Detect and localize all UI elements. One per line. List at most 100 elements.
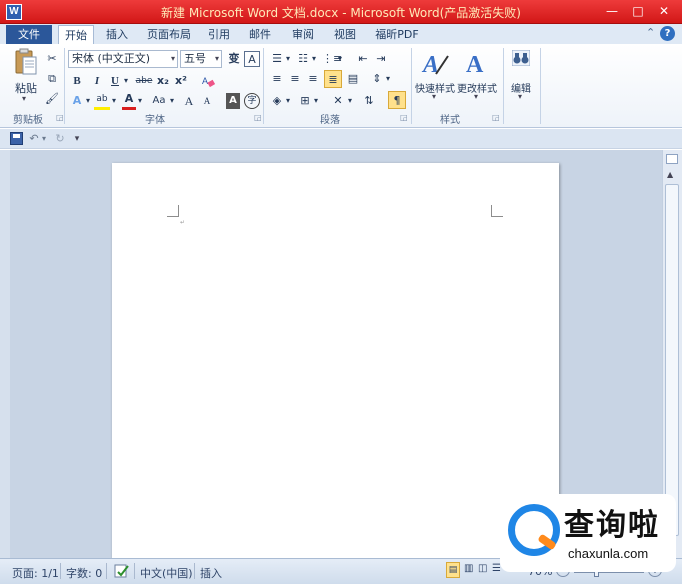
- align-center-icon[interactable]: ≡: [288, 70, 302, 88]
- decrease-indent-icon[interactable]: ⇤: [356, 50, 370, 68]
- subscript-button[interactable]: x₂: [156, 72, 170, 90]
- undo-dropdown-icon[interactable]: ▾: [40, 130, 48, 148]
- char-border-button[interactable]: A: [244, 51, 260, 67]
- maximize-button[interactable]: □: [626, 3, 650, 19]
- line-spacing-icon[interactable]: ⇕: [370, 70, 384, 88]
- paragraph-launcher-icon[interactable]: ◲: [400, 113, 408, 122]
- font-name-value: 宋体 (中文正文): [72, 52, 151, 65]
- underline-button[interactable]: U: [108, 72, 122, 90]
- change-case-button[interactable]: Aa: [150, 92, 168, 110]
- scroll-thumb[interactable]: [665, 184, 679, 536]
- bold-button[interactable]: B: [70, 72, 84, 90]
- paragraph-mark-icon: ↵: [180, 219, 186, 226]
- web-layout-icon[interactable]: ◫: [478, 563, 487, 574]
- numbering-icon[interactable]: ☷: [296, 50, 310, 68]
- editing-button[interactable]: 编辑 ▾: [506, 48, 536, 104]
- minimize-button[interactable]: —: [600, 3, 624, 19]
- help-icon[interactable]: ?: [660, 26, 675, 41]
- tab-file[interactable]: 文件: [6, 25, 52, 44]
- align-right-icon[interactable]: ≡: [306, 70, 320, 88]
- distributed-icon[interactable]: ▤: [346, 70, 360, 88]
- change-case-dropdown-icon[interactable]: ▾: [168, 92, 176, 110]
- paste-button[interactable]: 粘贴 ▾: [12, 48, 40, 103]
- bullets-dropdown-icon[interactable]: ▾: [284, 50, 292, 68]
- bullets-icon[interactable]: ☰: [270, 50, 284, 68]
- tab-mailings[interactable]: 邮件: [244, 25, 276, 44]
- minimize-ribbon-icon[interactable]: ⌃: [646, 26, 655, 39]
- font-name-combobox[interactable]: 宋体 (中文正文) ▾: [68, 50, 178, 68]
- clipboard-launcher-icon[interactable]: ◲: [56, 113, 64, 122]
- save-icon[interactable]: [10, 132, 23, 145]
- styles-group-label: 样式: [440, 115, 460, 126]
- tab-foxit-pdf[interactable]: 福昕PDF: [372, 25, 422, 44]
- undo-icon[interactable]: ↶: [28, 130, 40, 148]
- line-spacing-dropdown-icon[interactable]: ▾: [384, 70, 392, 88]
- multilevel-list-icon[interactable]: ⋮≡: [322, 50, 342, 68]
- phonetic-guide-button[interactable]: 变: [226, 50, 242, 68]
- status-separator: [60, 563, 61, 579]
- text-effects-dropdown-icon[interactable]: ▾: [84, 92, 92, 110]
- tab-insert[interactable]: 插入: [100, 25, 134, 44]
- redo-icon[interactable]: ↻: [54, 130, 66, 148]
- close-button[interactable]: ✕: [652, 3, 676, 19]
- format-painter-icon[interactable]: 🖌: [44, 90, 60, 108]
- watermark-brand-cn: 查询啦: [564, 508, 660, 543]
- strikethrough-button[interactable]: abe: [134, 72, 154, 90]
- copy-icon[interactable]: ⧉: [44, 70, 60, 88]
- quick-styles-button[interactable]: A 快速样式 ▾: [414, 48, 456, 104]
- page-count[interactable]: 页面: 1/1: [12, 565, 59, 581]
- numbering-dropdown-icon[interactable]: ▾: [310, 50, 318, 68]
- tab-page-layout[interactable]: 页面布局: [142, 25, 196, 44]
- customize-qat-icon[interactable]: ▾: [72, 130, 82, 148]
- status-separator: [134, 563, 135, 579]
- italic-button[interactable]: I: [90, 72, 104, 90]
- ribbon-home: 粘贴 ▾ ✂ ⧉ 🖌 剪贴板 ◲ 宋体 (中文正文) ▾ 五号 ▾ 变 A B …: [0, 44, 682, 128]
- multilevel-dropdown-icon[interactable]: ▾: [336, 50, 344, 68]
- text-effects-button[interactable]: A: [70, 92, 84, 110]
- shading-dropdown-icon[interactable]: ▾: [284, 92, 292, 110]
- align-left-icon[interactable]: ≡: [270, 70, 284, 88]
- font-color-button[interactable]: A: [122, 92, 136, 110]
- sort-icon[interactable]: ⇅: [362, 92, 376, 110]
- font-size-combobox[interactable]: 五号 ▾: [180, 50, 222, 68]
- borders-icon[interactable]: ⊞: [298, 92, 312, 110]
- scroll-up-icon[interactable]: ▲: [667, 170, 673, 179]
- shrink-font-button[interactable]: A: [200, 92, 214, 110]
- highlight-button[interactable]: ab: [94, 92, 110, 110]
- chevron-down-icon: ▾: [474, 92, 479, 101]
- chinese-layout-icon[interactable]: ✕: [330, 92, 346, 110]
- ruler-toggle-icon[interactable]: [666, 154, 678, 164]
- tab-review[interactable]: 审阅: [286, 25, 320, 44]
- print-layout-view-icon[interactable]: ▤: [446, 562, 460, 578]
- increase-indent-icon[interactable]: ⇥: [374, 50, 388, 68]
- document-page[interactable]: ↵: [112, 163, 559, 558]
- enclose-char-button[interactable]: 字: [244, 93, 260, 109]
- full-screen-reading-icon[interactable]: ▥: [464, 563, 473, 574]
- tab-home[interactable]: 开始: [58, 25, 94, 44]
- font-color-dropdown-icon[interactable]: ▾: [136, 92, 144, 110]
- shading-icon[interactable]: ◈: [270, 92, 284, 110]
- grow-font-button[interactable]: A: [182, 92, 196, 110]
- char-shading-button[interactable]: A: [226, 93, 240, 109]
- change-styles-button[interactable]: A 更改样式 ▾: [456, 48, 498, 104]
- chinese-layout-dropdown-icon[interactable]: ▾: [346, 92, 354, 110]
- change-styles-icon: A: [466, 52, 484, 76]
- cut-icon[interactable]: ✂: [44, 50, 60, 68]
- chevron-down-icon: ▾: [518, 92, 523, 101]
- superscript-button[interactable]: x²: [174, 72, 188, 90]
- insert-mode-indicator[interactable]: 插入: [200, 565, 222, 581]
- tab-view[interactable]: 视图: [328, 25, 362, 44]
- ribbon-tab-bar: 文件 开始 插入 页面布局 引用 邮件 审阅 视图 福昕PDF ⌃ ?: [0, 24, 682, 44]
- underline-dropdown-icon[interactable]: ▾: [122, 72, 130, 90]
- language-indicator[interactable]: 中文(中国): [140, 565, 193, 581]
- show-paragraph-marks-icon[interactable]: ¶: [388, 91, 406, 109]
- tab-references[interactable]: 引用: [204, 25, 234, 44]
- styles-launcher-icon[interactable]: ◲: [492, 113, 500, 122]
- font-launcher-icon[interactable]: ◲: [254, 113, 262, 122]
- borders-dropdown-icon[interactable]: ▾: [312, 92, 320, 110]
- clear-formatting-icon[interactable]: A: [200, 72, 216, 90]
- highlight-dropdown-icon[interactable]: ▾: [110, 92, 118, 110]
- word-count[interactable]: 字数: 0: [66, 565, 102, 581]
- justify-icon[interactable]: ≣: [324, 70, 342, 88]
- proofing-icon[interactable]: [114, 563, 130, 582]
